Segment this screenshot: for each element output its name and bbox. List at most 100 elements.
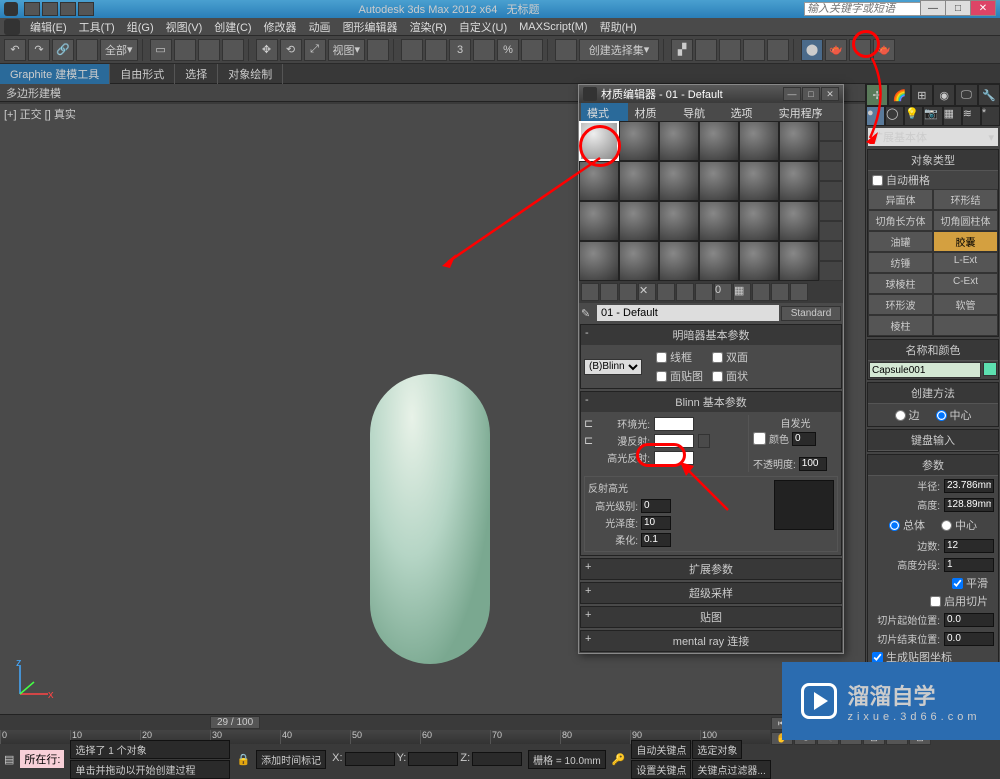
material-slot[interactable] — [739, 241, 779, 281]
matedit-menu-util[interactable]: 实用程序(U) — [773, 103, 841, 121]
scale-icon[interactable]: ⤢ — [304, 39, 326, 61]
type-btn[interactable]: 环形波 — [868, 294, 933, 315]
speclevel-spinner[interactable] — [641, 499, 671, 513]
selection-filter[interactable]: 全部 ▾ — [100, 39, 138, 61]
capsule-object[interactable] — [370, 374, 490, 664]
slice-check[interactable] — [930, 596, 941, 607]
type-btn[interactable]: 棱柱 — [868, 315, 933, 336]
time-handle[interactable]: 29 / 100 — [210, 716, 260, 729]
mirror-icon[interactable]: ▞ — [671, 39, 693, 61]
named-sel-icon[interactable] — [555, 39, 577, 61]
sample-type-icon[interactable] — [819, 121, 843, 141]
rollout-header[interactable]: 对象类型 — [868, 150, 998, 171]
poly-modeling-tab[interactable]: 多边形建模 — [0, 84, 1000, 102]
diffuse-swatch[interactable] — [654, 434, 694, 448]
sample-uv-icon[interactable] — [819, 181, 843, 201]
backlight-icon[interactable] — [819, 141, 843, 161]
qa-btn[interactable] — [24, 2, 40, 16]
material-slot[interactable] — [739, 121, 779, 161]
maximize-button[interactable]: □ — [945, 0, 971, 16]
centers-radio[interactable] — [941, 520, 952, 531]
select-by-mat-icon[interactable] — [819, 261, 843, 281]
matedit-max-button[interactable]: □ — [802, 87, 820, 101]
overall-radio[interactable] — [889, 520, 900, 531]
specular-swatch[interactable] — [654, 451, 694, 465]
material-slot[interactable] — [659, 241, 699, 281]
key-icon[interactable]: 🔑 — [612, 753, 626, 766]
material-slot[interactable] — [659, 121, 699, 161]
modify-tab-icon[interactable]: 🌈 — [888, 84, 910, 106]
put-to-scene-icon[interactable] — [600, 283, 618, 301]
rollout-header[interactable]: 超级采样 — [581, 583, 841, 603]
matedit-titlebar[interactable]: 材质编辑器 - 01 - Default — □ ✕ — [579, 85, 843, 103]
z-coord[interactable] — [472, 752, 522, 766]
lock-icon[interactable]: 🔒 — [236, 753, 250, 766]
options-icon[interactable] — [819, 241, 843, 261]
smooth-check[interactable] — [952, 578, 963, 589]
show-map-icon[interactable]: ▦ — [733, 283, 751, 301]
rollout-header[interactable]: 创建方法 — [868, 383, 998, 404]
render-setup-icon[interactable]: 🫖 — [825, 39, 847, 61]
ribbon-tab-modeling[interactable]: Graphite 建模工具 — [0, 64, 110, 84]
redo-icon[interactable]: ↷ — [28, 39, 50, 61]
height-spinner[interactable] — [944, 498, 994, 512]
rollout-header[interactable]: Blinn 基本参数 — [581, 392, 841, 412]
lights-icon[interactable]: 💡 — [904, 106, 923, 126]
geometry-category[interactable]: 扩展基本体▾ — [868, 128, 998, 146]
background-icon[interactable] — [819, 161, 843, 181]
material-slot[interactable] — [579, 161, 619, 201]
type-btn[interactable]: C-Ext — [933, 273, 998, 294]
type-btn[interactable]: L-Ext — [933, 252, 998, 273]
get-material-icon[interactable] — [581, 283, 599, 301]
autogrid-check[interactable] — [872, 175, 883, 186]
selset-dd[interactable]: 选定对象 — [692, 740, 742, 759]
menu-modifiers[interactable]: 修改器 — [258, 19, 303, 35]
menu-rendering[interactable]: 渲染(R) — [404, 19, 453, 35]
make-preview-icon[interactable] — [819, 221, 843, 241]
percent-snap-icon[interactable]: % — [497, 39, 519, 61]
radius-spinner[interactable] — [944, 479, 994, 493]
center-radio[interactable] — [936, 410, 947, 421]
map-btn[interactable] — [698, 434, 710, 448]
type-btn[interactable]: 纺锤 — [868, 252, 933, 273]
matedit-menu-options[interactable]: 选项(O) — [725, 103, 773, 121]
make-unique-icon[interactable] — [676, 283, 694, 301]
slicefrom-spinner[interactable] — [944, 613, 994, 627]
systems-icon[interactable]: * — [981, 106, 1000, 126]
object-color-swatch[interactable] — [983, 362, 997, 376]
menu-help[interactable]: 帮助(H) — [594, 19, 643, 35]
menu-maxscript[interactable]: MAXScript(M) — [513, 21, 593, 33]
schematic-icon[interactable] — [767, 39, 789, 61]
menu-create[interactable]: 创建(C) — [208, 19, 257, 35]
matedit-menu-modes[interactable]: 模式(D) — [581, 103, 628, 121]
rollout-header[interactable]: 参数 — [868, 455, 998, 476]
type-btn[interactable] — [933, 315, 998, 336]
matedit-menu-nav[interactable]: 导航(N) — [677, 103, 724, 121]
pick-icon[interactable]: ✎ — [581, 307, 595, 320]
gloss-spinner[interactable] — [641, 516, 671, 530]
assign-to-sel-icon[interactable] — [619, 283, 637, 301]
facemap-check[interactable] — [656, 371, 667, 382]
material-editor-icon[interactable]: ⬤ — [801, 39, 823, 61]
rollout-header[interactable]: 名称和颜色 — [868, 340, 998, 361]
material-slot[interactable] — [699, 121, 739, 161]
utilities-tab-icon[interactable]: 🔧 — [978, 84, 1000, 106]
unlink-icon[interactable] — [76, 39, 98, 61]
sliceto-spinner[interactable] — [944, 632, 994, 646]
go-sibling-icon[interactable] — [790, 283, 808, 301]
mat-id-icon[interactable]: 0 — [714, 283, 732, 301]
maxscript-icon[interactable]: ▤ — [4, 753, 14, 766]
move-icon[interactable]: ✥ — [256, 39, 278, 61]
matedit-close-button[interactable]: ✕ — [821, 87, 839, 101]
curve-editor-icon[interactable] — [743, 39, 765, 61]
rollout-header[interactable]: 键盘输入 — [868, 430, 998, 451]
type-btn[interactable]: 切角圆柱体 — [933, 210, 998, 231]
ribbon-tab-selection[interactable]: 选择 — [175, 64, 218, 84]
hseg-spinner[interactable] — [944, 558, 994, 572]
material-type-button[interactable]: Standard — [781, 306, 841, 321]
menu-animation[interactable]: 动画 — [303, 19, 337, 35]
link-icon[interactable]: 🔗 — [52, 39, 74, 61]
viewport-label[interactable]: [+] 正交 [] 真实 — [4, 106, 76, 122]
type-btn[interactable]: 环形结 — [933, 189, 998, 210]
rotate-icon[interactable]: ⟲ — [280, 39, 302, 61]
